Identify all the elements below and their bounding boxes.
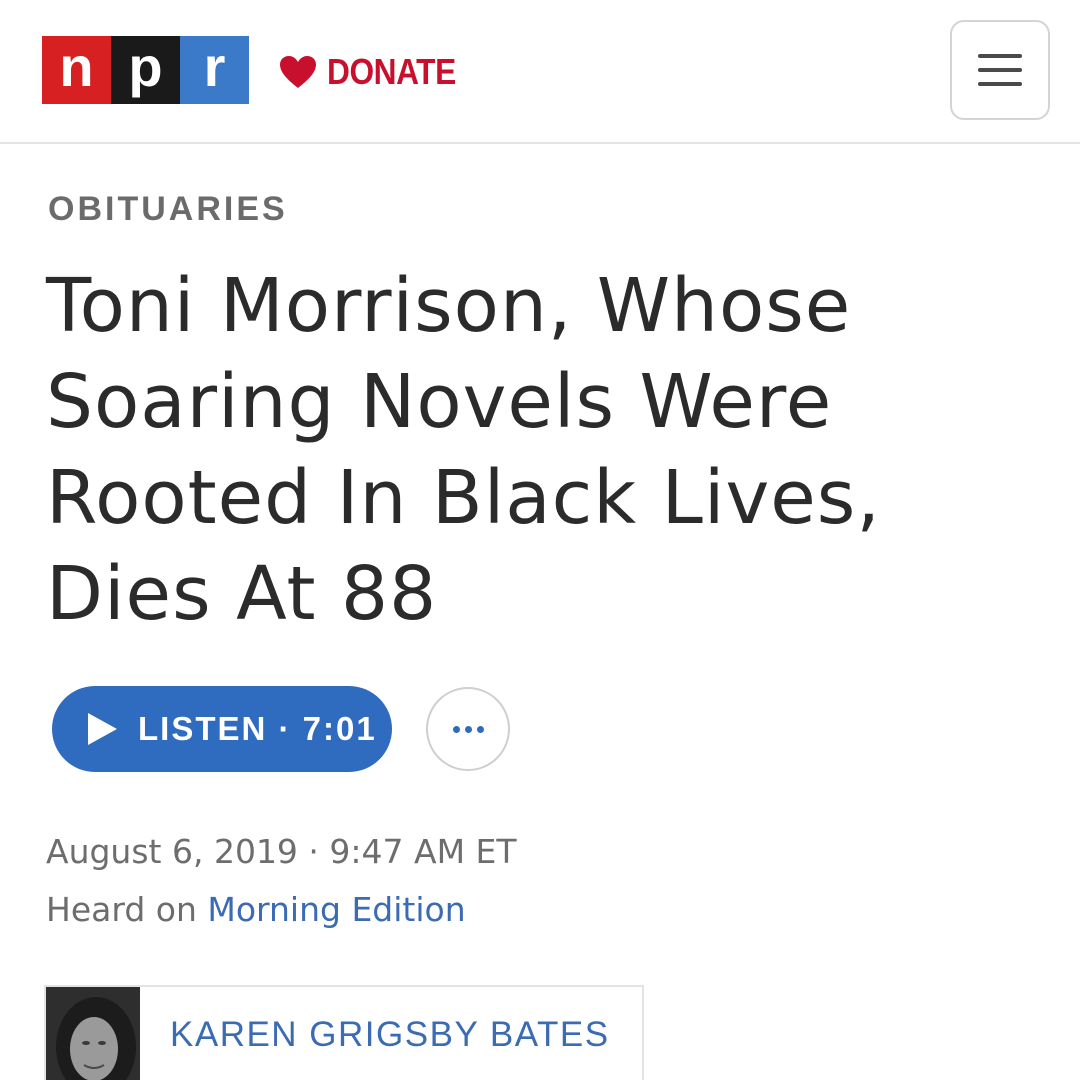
more-options-button[interactable]	[426, 687, 510, 771]
site-header: n p r DONATE	[0, 0, 1080, 144]
logo-letter-p: p	[111, 36, 180, 104]
more-dot	[464, 725, 472, 733]
author-byline[interactable]: KAREN GRIGSBY BATES	[44, 985, 644, 1080]
logo-letter-r: r	[180, 36, 249, 104]
article-dateline: August 6, 2019 · 9:47 AM ET	[46, 832, 517, 871]
heard-on-prefix: Heard on	[46, 890, 208, 929]
headline-line: Dies At 88	[46, 551, 438, 637]
program-link[interactable]: Morning Edition	[207, 890, 465, 929]
more-dots-icon	[452, 725, 460, 733]
logo-letter-n: n	[42, 36, 111, 104]
listen-button[interactable]: LISTEN · 7:01	[52, 686, 392, 772]
headline-line: Rooted In Black Lives,	[46, 455, 881, 541]
menu-button[interactable]	[950, 20, 1050, 120]
author-name[interactable]: KAREN GRIGSBY BATES	[170, 1015, 610, 1055]
npr-logo[interactable]: n p r	[42, 36, 249, 104]
play-icon	[86, 712, 118, 746]
donate-label: DONATE	[327, 51, 456, 92]
page: n p r DONATE OBITUARIES Toni Morrison, W…	[0, 0, 1080, 1080]
article-headline: Toni Morrison, Whose Soaring Novels Were…	[46, 258, 1046, 642]
listen-label: LISTEN · 7:01	[138, 710, 377, 747]
headline-line: Soaring Novels Were	[46, 359, 833, 445]
heard-on-line: Heard on Morning Edition	[46, 890, 466, 929]
section-label[interactable]: OBITUARIES	[48, 190, 288, 229]
hamburger-menu-icon	[978, 54, 1022, 86]
more-dot	[476, 725, 484, 733]
author-photo	[46, 987, 140, 1080]
donate-link[interactable]: DONATE	[279, 51, 473, 92]
heart-icon	[280, 56, 316, 88]
headline-line: Toni Morrison, Whose	[46, 263, 852, 349]
